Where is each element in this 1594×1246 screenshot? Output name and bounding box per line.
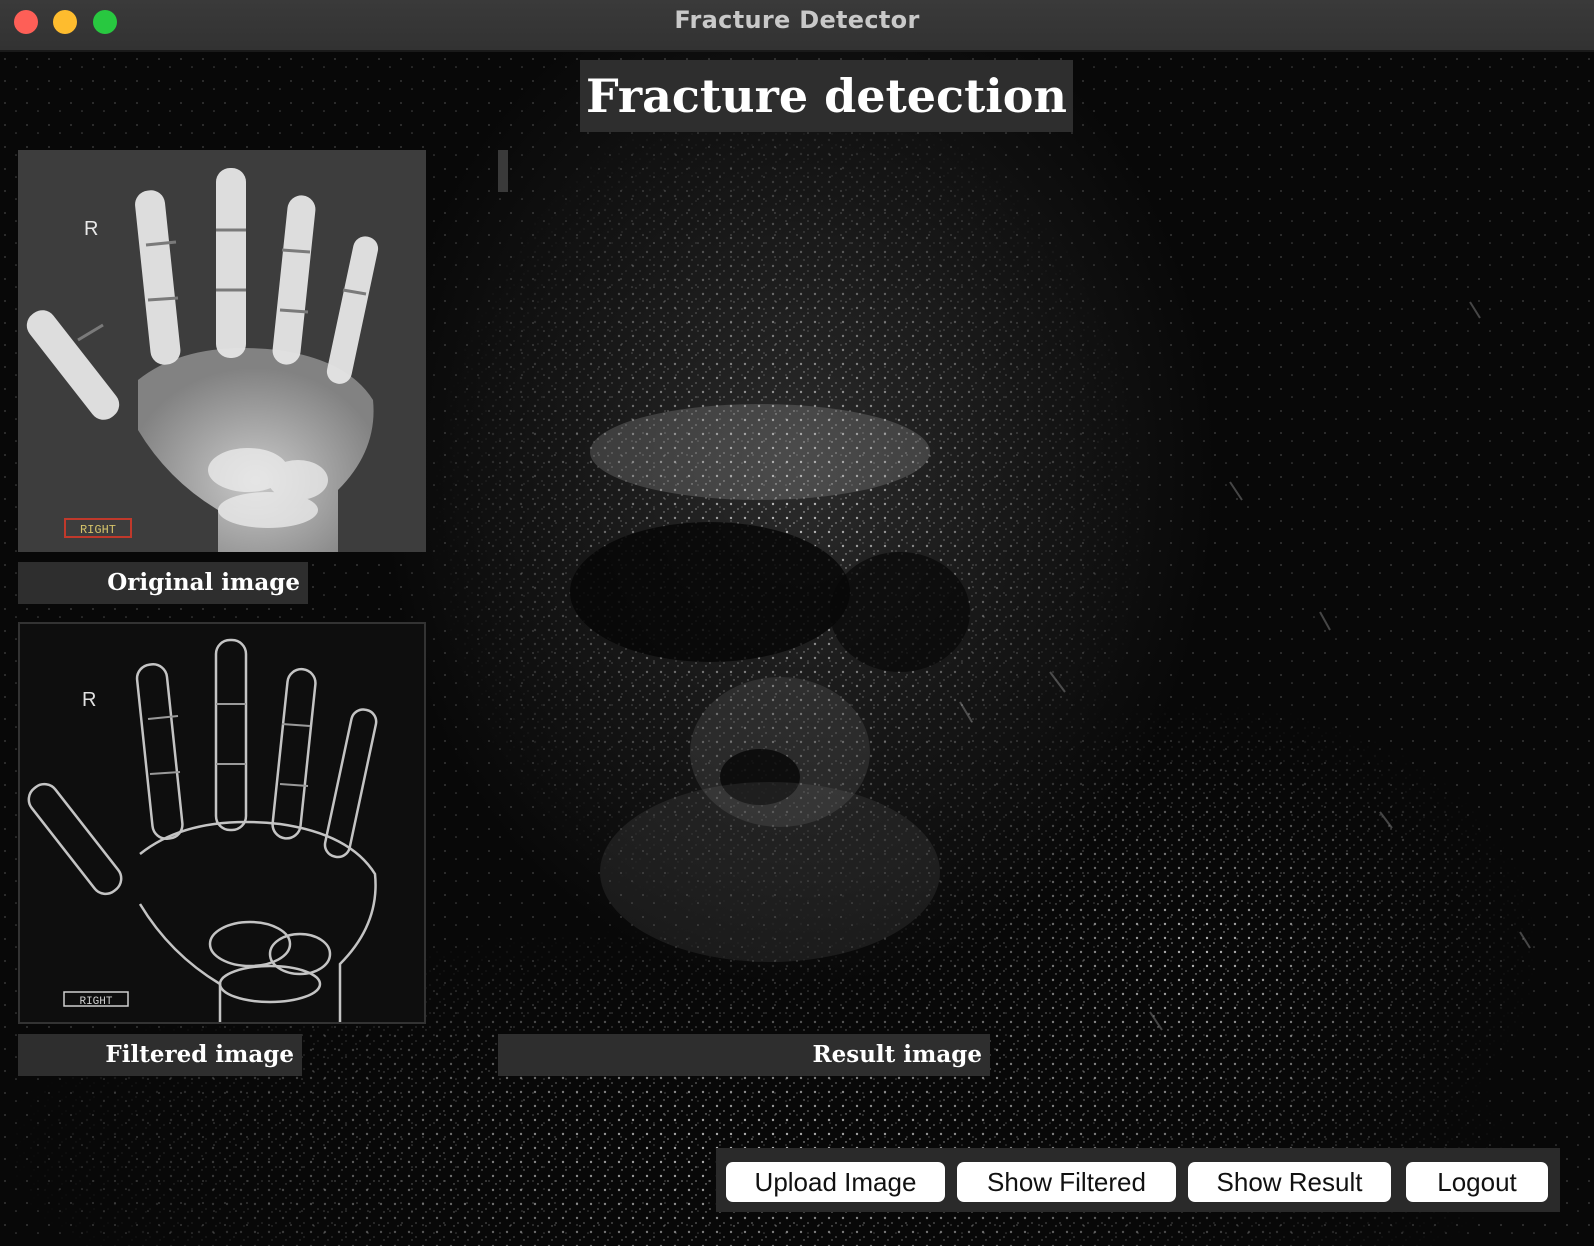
app-window: Fracture Detector Fracture detection R R… bbox=[0, 0, 1594, 1246]
button-bar: Upload Image Show Filtered Show Result L… bbox=[716, 1148, 1560, 1212]
xray-hand-original: R RIGHT bbox=[18, 150, 426, 552]
original-image-caption: Original image bbox=[18, 562, 308, 604]
filtered-image: R RIGHT bbox=[18, 622, 426, 1024]
show-result-button[interactable]: Show Result bbox=[1188, 1162, 1391, 1202]
filtered-side-marker: R bbox=[82, 689, 96, 711]
main-content: Fracture detection R RIGHT Original imag… bbox=[0, 52, 1594, 1246]
title-bar: Fracture Detector bbox=[0, 0, 1594, 52]
page-title: Fracture detection bbox=[580, 60, 1073, 132]
original-image: R RIGHT bbox=[18, 150, 426, 552]
logout-button[interactable]: Logout bbox=[1406, 1162, 1548, 1202]
xray-side-marker: R bbox=[84, 218, 98, 240]
xray-side-label: RIGHT bbox=[80, 523, 116, 537]
text-cursor bbox=[498, 150, 508, 192]
xray-hand-filtered: R RIGHT bbox=[20, 624, 424, 1022]
filtered-image-caption: Filtered image bbox=[18, 1034, 302, 1076]
show-filtered-button[interactable]: Show Filtered bbox=[957, 1162, 1176, 1202]
filtered-side-label: RIGHT bbox=[79, 996, 112, 1008]
upload-image-button[interactable]: Upload Image bbox=[726, 1162, 945, 1202]
result-image-caption: Result image bbox=[498, 1034, 990, 1076]
window-title: Fracture Detector bbox=[674, 6, 920, 34]
